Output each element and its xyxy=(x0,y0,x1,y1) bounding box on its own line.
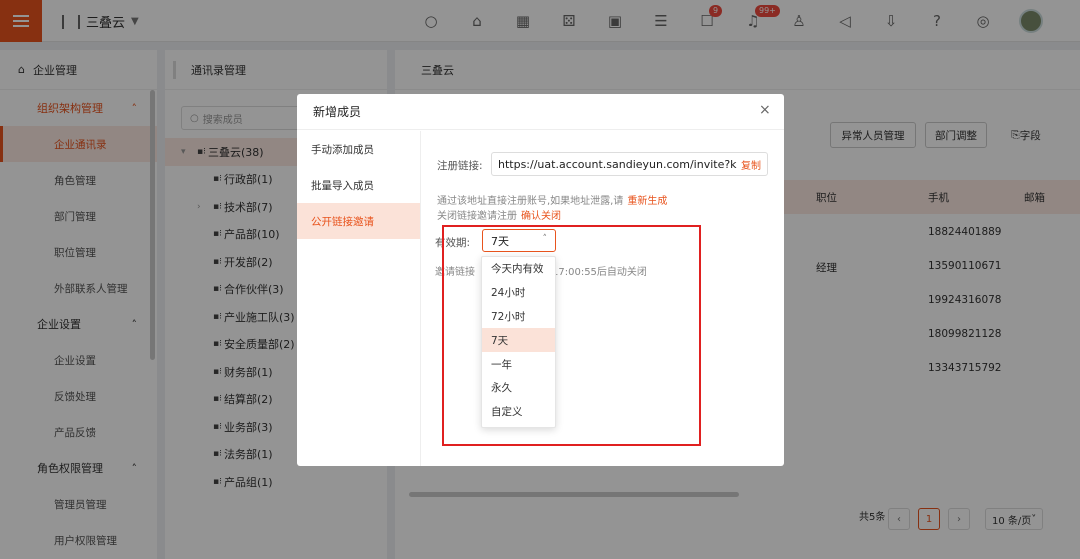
regen-hint: 通过该地址直接注册账号,如果地址泄露,请 重新生成 xyxy=(437,196,668,207)
close-hint: 关闭链接邀请注册 确认关闭 xyxy=(437,211,561,222)
close-icon[interactable]: × xyxy=(759,102,771,118)
chevron-up-icon: ˄ xyxy=(542,234,548,244)
option-72h[interactable]: 72小时 xyxy=(482,305,555,329)
tab-batch-import[interactable]: 批量导入成员 xyxy=(297,167,420,203)
link-label: 注册链接: xyxy=(437,160,483,172)
invite-link-field[interactable]: https://uat.account.sandieyun.com/invite… xyxy=(491,152,768,176)
copy-link-button[interactable]: 复制 xyxy=(737,156,761,172)
option-forever[interactable]: 永久 xyxy=(482,376,555,400)
tab-manual-add[interactable]: 手动添加成员 xyxy=(297,131,420,167)
option-today[interactable]: 今天内有效 xyxy=(482,257,555,281)
confirm-close-link[interactable]: 确认关闭 xyxy=(521,211,561,222)
validity-select[interactable]: 7天 ˄ xyxy=(482,229,556,252)
validity-dropdown: 今天内有效 24小时 72小时 7天 一年 永久 自定义 xyxy=(481,256,556,428)
option-7d[interactable]: 7天 xyxy=(482,328,555,353)
regenerate-link[interactable]: 重新生成 xyxy=(627,196,667,207)
tab-public-link[interactable]: 公开链接邀请 xyxy=(297,203,420,239)
option-1y[interactable]: 一年 xyxy=(482,352,555,376)
option-custom[interactable]: 自定义 xyxy=(482,400,555,424)
dialog-title: 新增成员 xyxy=(297,94,784,130)
option-24h[interactable]: 24小时 xyxy=(482,281,555,305)
dialog-tabs: 手动添加成员 批量导入成员 公开链接邀请 xyxy=(297,131,421,466)
